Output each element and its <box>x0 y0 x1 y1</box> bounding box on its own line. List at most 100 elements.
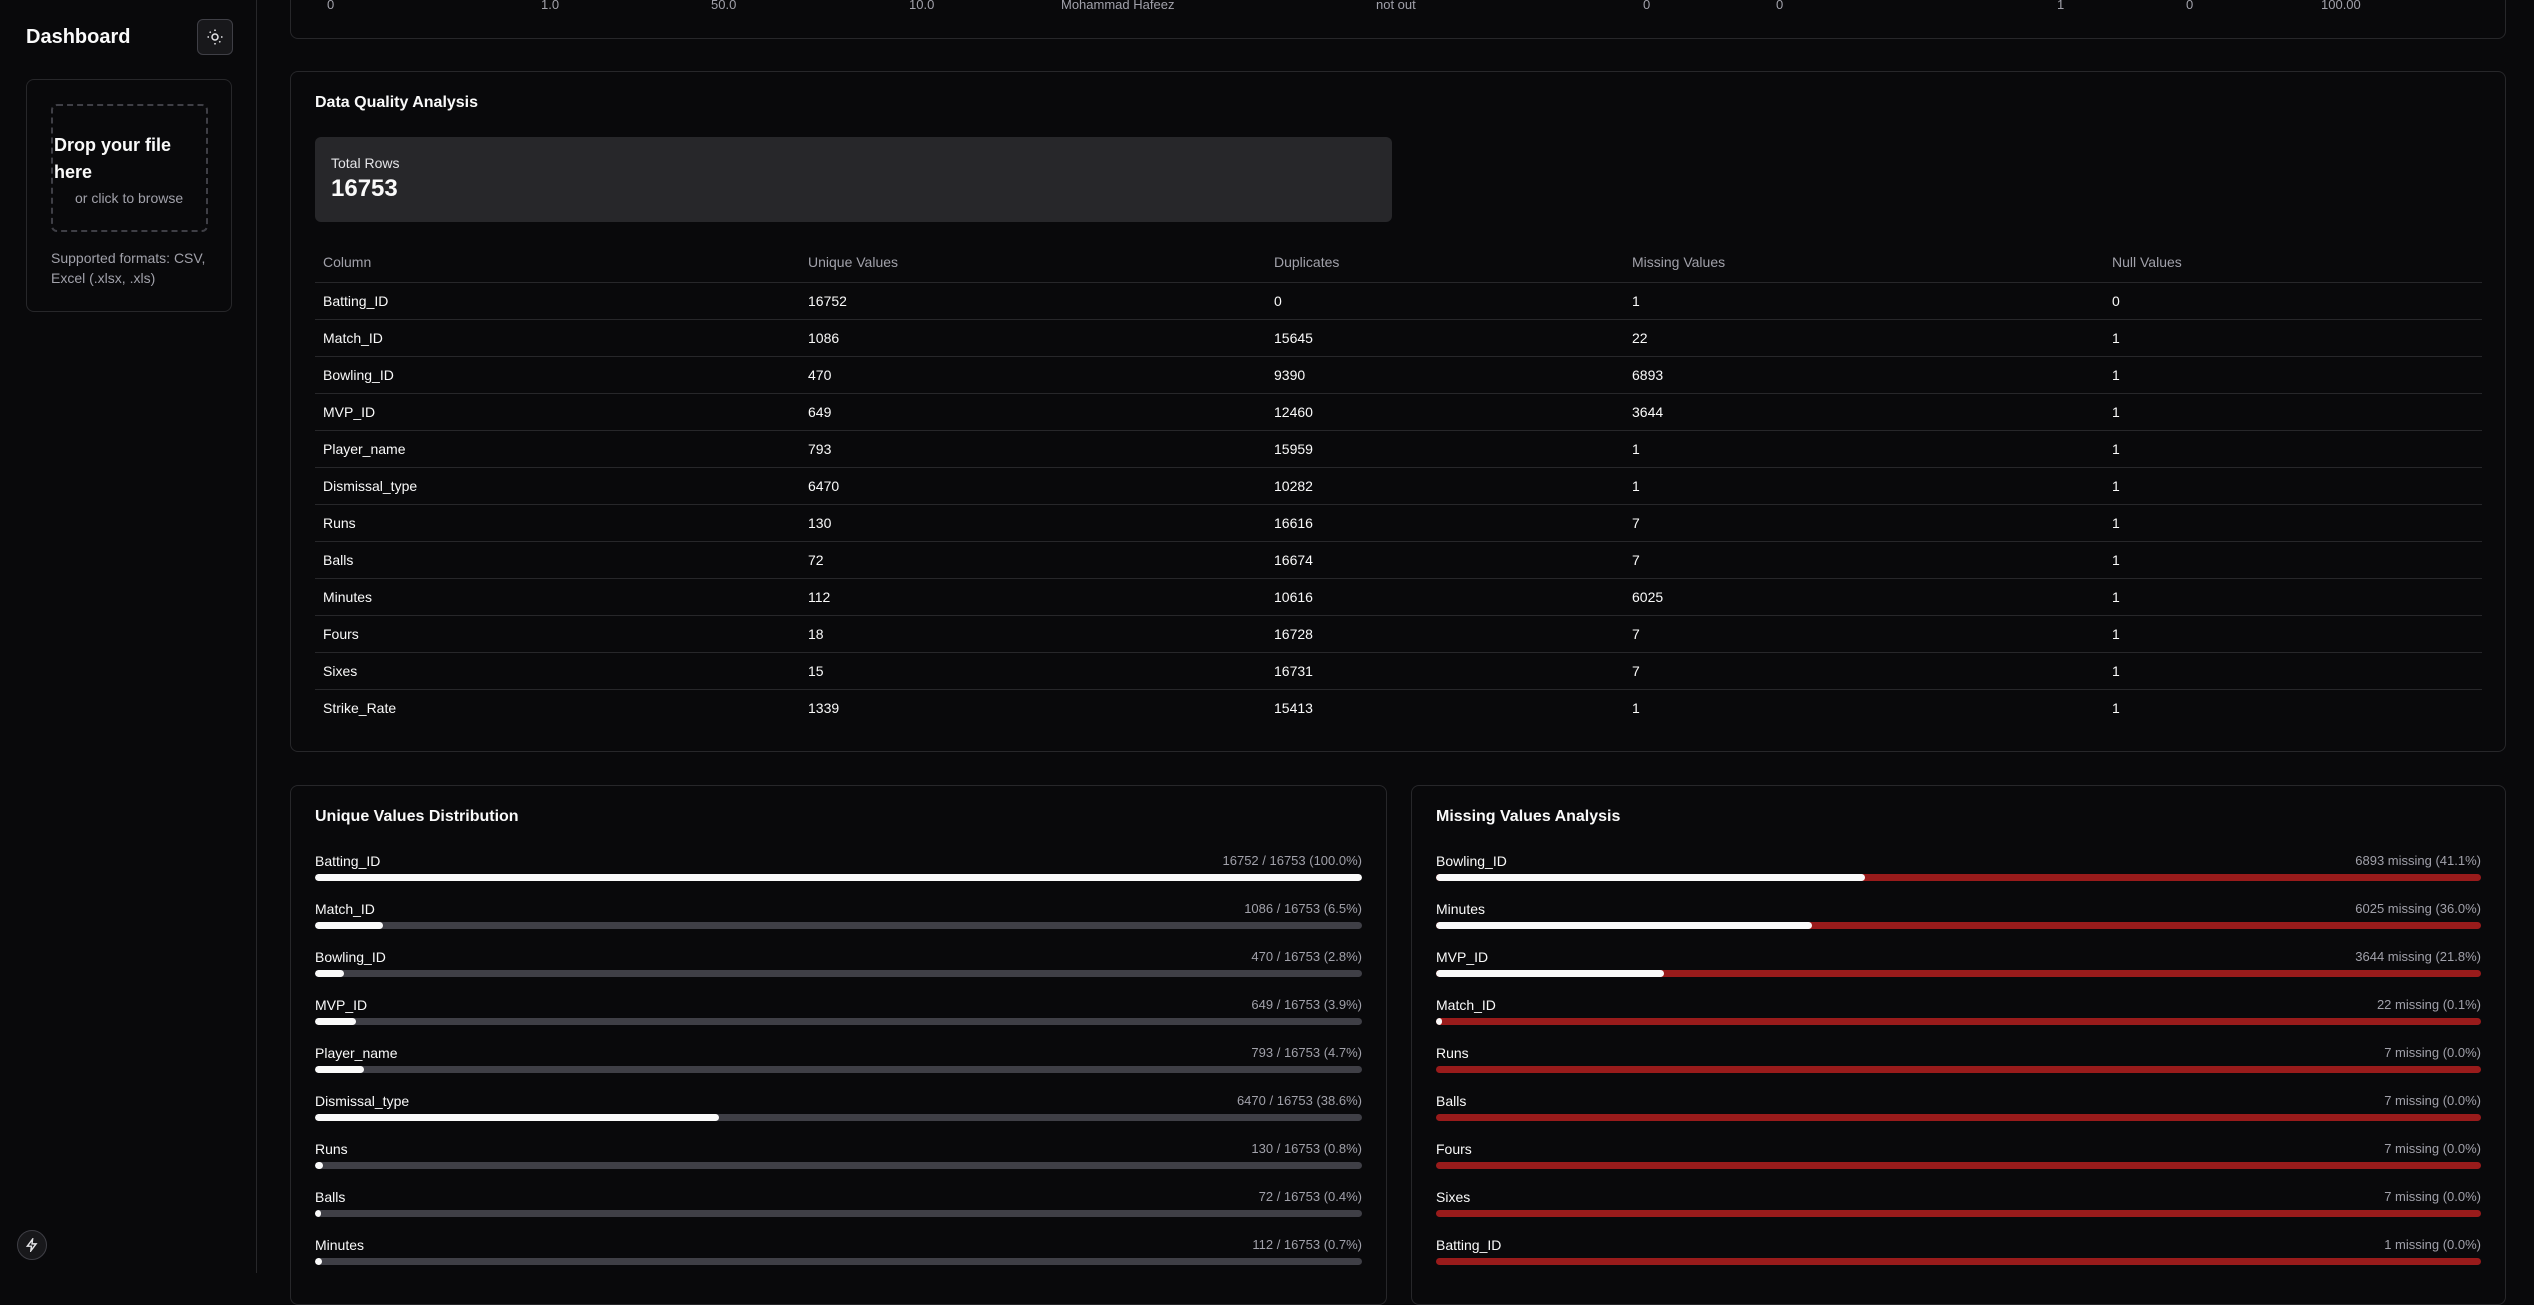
bar-label: Minutes <box>315 1237 365 1253</box>
progress-track <box>315 970 1362 977</box>
preview-row: 0 1.0 50.0 10.0 Mohammad Hafeez not out 0 0 1 0 10… <box>291 0 2505 17</box>
table-cell: 1 <box>2104 541 2482 579</box>
column-header[interactable]: Null Values <box>2104 242 2482 283</box>
file-dropzone[interactable]: Drop your file here or click to browse <box>51 104 208 232</box>
column-header[interactable]: Duplicates <box>1266 242 1624 283</box>
table-cell: 0 <box>2104 282 2482 320</box>
bar-label: Dismissal_type <box>315 1093 410 1109</box>
unique-values-bars: Batting_ID 16752 / 16753 (100.0%) Match_ID… <box>315 853 1362 1285</box>
bar-value: 1086 / 16753 (6.5%) <box>1244 901 1362 916</box>
bar-value: 22 missing (0.1%) <box>2376 997 2481 1012</box>
table-cell: 1339 <box>808 699 840 716</box>
bar-value: 6893 missing (41.1%) <box>2355 853 2481 868</box>
table-row: MVP_ID 649 12460 3644 1 <box>315 393 2482 431</box>
progress-fill <box>315 1258 323 1265</box>
column-header[interactable]: Unique Values <box>800 242 1266 283</box>
theme-icon <box>207 29 223 45</box>
sidebar-title: Dashboard <box>26 26 131 48</box>
bar-value: 3644 missing (21.8%) <box>2355 949 2481 964</box>
table-cell: 470 <box>800 356 1266 394</box>
preview-cell: 1 <box>2057 0 2065 12</box>
progress-track <box>315 1258 1362 1265</box>
table-row: Dismissal_type 6470 10282 1 1 <box>315 467 2482 505</box>
preview-cell: 0 <box>1643 0 1651 12</box>
table-cell: 1 <box>2104 319 2482 357</box>
progress-track <box>315 1066 1362 1073</box>
table-row: Strike_Rate 1339 15413 1 1 <box>315 689 2482 726</box>
bar-value: 6025 missing (36.0%) <box>2355 901 2481 916</box>
table-cell: 130 <box>800 504 1266 542</box>
column-header[interactable]: Missing Values <box>1624 242 2104 283</box>
table-cell: Batting_ID <box>315 282 800 320</box>
table-cell: 1 <box>1624 467 2104 505</box>
table-cell: 1 <box>2104 393 2482 431</box>
bar-value: 16752 / 16753 (100.0%) <box>1222 853 1363 868</box>
table-row: Minutes 112 10616 6025 1 <box>315 578 2482 616</box>
bar-label: Fours <box>1436 1141 1472 1157</box>
progress-fill <box>315 1162 324 1169</box>
table-cell: 9390 <box>1266 356 1624 394</box>
main-content: 0 1.0 50.0 10.0 Mohammad Hafeez not out 0 0 1 0 10… <box>258 0 2534 1305</box>
progress-track <box>1436 1066 2481 1073</box>
bar-item: Player_name 793 / 16753 (4.7%) <box>315 1045 1362 1093</box>
table-row: Runs 130 16616 7 1 <box>315 504 2482 542</box>
table-cell: 16674 <box>1266 541 1624 579</box>
progress-fill <box>315 1066 365 1073</box>
bar-label: Balls <box>315 1189 346 1205</box>
bar-item: Match_ID 1086 / 16753 (6.5%) <box>315 901 1362 949</box>
table-cell: 72 <box>800 541 1266 579</box>
bar-value: 112 / 16753 (0.7%) <box>1252 1237 1362 1252</box>
table-cell: 7 <box>1624 615 2104 653</box>
table-cell: 6025 <box>1624 578 2104 616</box>
quality-table: Column Unique Values Duplicates Missing Val… <box>315 242 2482 726</box>
bar-item: MVP_ID 3644 missing (21.8%) <box>1436 949 2481 997</box>
table-cell: 7 <box>1624 541 2104 579</box>
bolt-icon <box>25 1238 38 1252</box>
table-cell: 16731 <box>1266 652 1624 690</box>
progress-track <box>315 1018 1362 1025</box>
preview-cell: 0 <box>327 0 335 12</box>
bar-item: Minutes 6025 missing (36.0%) <box>1436 901 2481 949</box>
bar-value: 7 missing (0.0%) <box>2384 1045 2481 1060</box>
progress-fill <box>315 1114 720 1121</box>
bar-item: Fours 7 missing (0.0%) <box>1436 1141 2481 1189</box>
table-row: Player_name 793 15959 1 1 <box>315 430 2482 468</box>
bar-value: 649 / 16753 (3.9%) <box>1251 997 1362 1012</box>
total-rows-value: 16753 <box>331 175 398 202</box>
bar-label: Runs <box>1436 1045 1469 1061</box>
table-cell: 793 <box>800 430 1266 468</box>
bar-item: Balls 7 missing (0.0%) <box>1436 1093 2481 1141</box>
progress-fill <box>315 970 345 977</box>
table-cell: 16728 <box>1266 615 1624 653</box>
sidebar: Dashboard Drop your file here or click t… <box>0 0 257 1273</box>
preview-cell: 10.0 <box>909 0 935 12</box>
preview-cell: not out <box>1376 0 1416 12</box>
bar-item: Bowling_ID 6893 missing (41.1%) <box>1436 853 2481 901</box>
progress-fill <box>315 874 1362 881</box>
bar-label: Player_name <box>315 1045 398 1061</box>
table-cell: 1 <box>2104 467 2482 505</box>
bar-label: Batting_ID <box>1436 1237 1502 1253</box>
progress-track <box>1436 970 2481 977</box>
table-row: Sixes 15 16731 7 1 <box>315 652 2482 690</box>
progress-track <box>315 1162 1362 1169</box>
bar-item: Runs 7 missing (0.0%) <box>1436 1045 2481 1093</box>
bar-item: Balls 72 / 16753 (0.4%) <box>315 1189 1362 1237</box>
table-cell: 1 <box>2112 699 2120 716</box>
data-quality-card: Data Quality Analysis Total Rows 16753 C… <box>290 71 2506 752</box>
table-cell: 1 <box>2104 652 2482 690</box>
theme-toggle-button[interactable] <box>197 19 233 55</box>
table-cell: 7 <box>1624 652 2104 690</box>
progress-track <box>1436 1018 2481 1025</box>
bolt-button[interactable] <box>17 1230 47 1260</box>
column-header[interactable]: Column <box>315 242 800 283</box>
bar-label: Sixes <box>1436 1189 1471 1205</box>
table-row: Fours 18 16728 7 1 <box>315 615 2482 653</box>
table-cell: 15645 <box>1266 319 1624 357</box>
progress-track <box>1436 1210 2481 1217</box>
bar-item: Dismissal_type 6470 / 16753 (38.6%) <box>315 1093 1362 1141</box>
table-cell: Minutes <box>315 578 800 616</box>
table-cell: 12460 <box>1266 393 1624 431</box>
bar-item: Sixes 7 missing (0.0%) <box>1436 1189 2481 1237</box>
table-cell: Player_name <box>315 430 800 468</box>
